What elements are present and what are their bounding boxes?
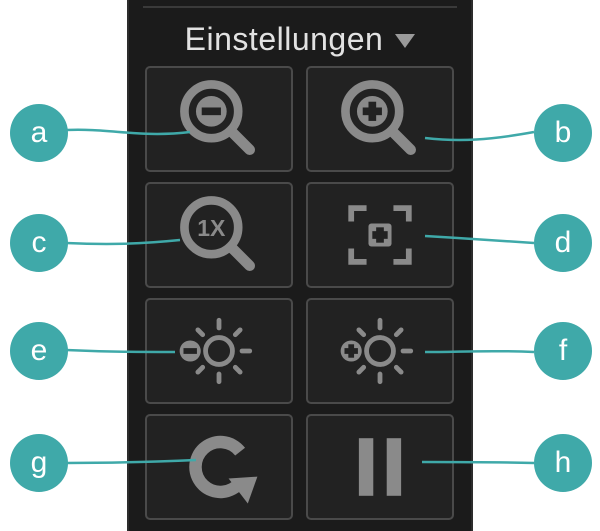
callout-d: d bbox=[534, 214, 592, 272]
rotate-icon bbox=[189, 435, 258, 504]
pause-button[interactable] bbox=[306, 414, 454, 520]
brightness-down-icon bbox=[179, 317, 253, 385]
brightness-down-button[interactable] bbox=[145, 298, 293, 404]
callout-b: b bbox=[534, 104, 592, 162]
zoom-in-button[interactable] bbox=[306, 66, 454, 172]
callout-g: g bbox=[10, 434, 68, 492]
callout-e: e bbox=[10, 322, 68, 380]
callout-f: f bbox=[534, 322, 592, 380]
fit-to-frame-button[interactable] bbox=[306, 182, 454, 288]
callout-h: h bbox=[534, 434, 592, 492]
panel-title: Einstellungen bbox=[184, 20, 384, 57]
zoom-1x-icon: 1X bbox=[180, 196, 255, 271]
callout-c: c bbox=[10, 214, 68, 272]
zoom-1x-label: 1X bbox=[197, 215, 226, 241]
brightness-up-icon bbox=[340, 317, 414, 385]
panel-header[interactable]: Einstellungen bbox=[129, 14, 471, 64]
zoom-reset-1x-button[interactable]: 1X bbox=[145, 182, 293, 288]
rotate-button[interactable] bbox=[145, 414, 293, 520]
zoom-out-icon bbox=[180, 80, 255, 155]
callout-a: a bbox=[10, 104, 68, 162]
zoom-out-button[interactable] bbox=[145, 66, 293, 172]
brightness-up-button[interactable] bbox=[306, 298, 454, 404]
zoom-in-icon bbox=[341, 80, 416, 155]
fit-to-frame-icon bbox=[348, 205, 412, 265]
panel-top-divider bbox=[143, 6, 457, 8]
pause-icon bbox=[358, 438, 402, 496]
dropdown-arrow-icon[interactable] bbox=[395, 34, 416, 48]
